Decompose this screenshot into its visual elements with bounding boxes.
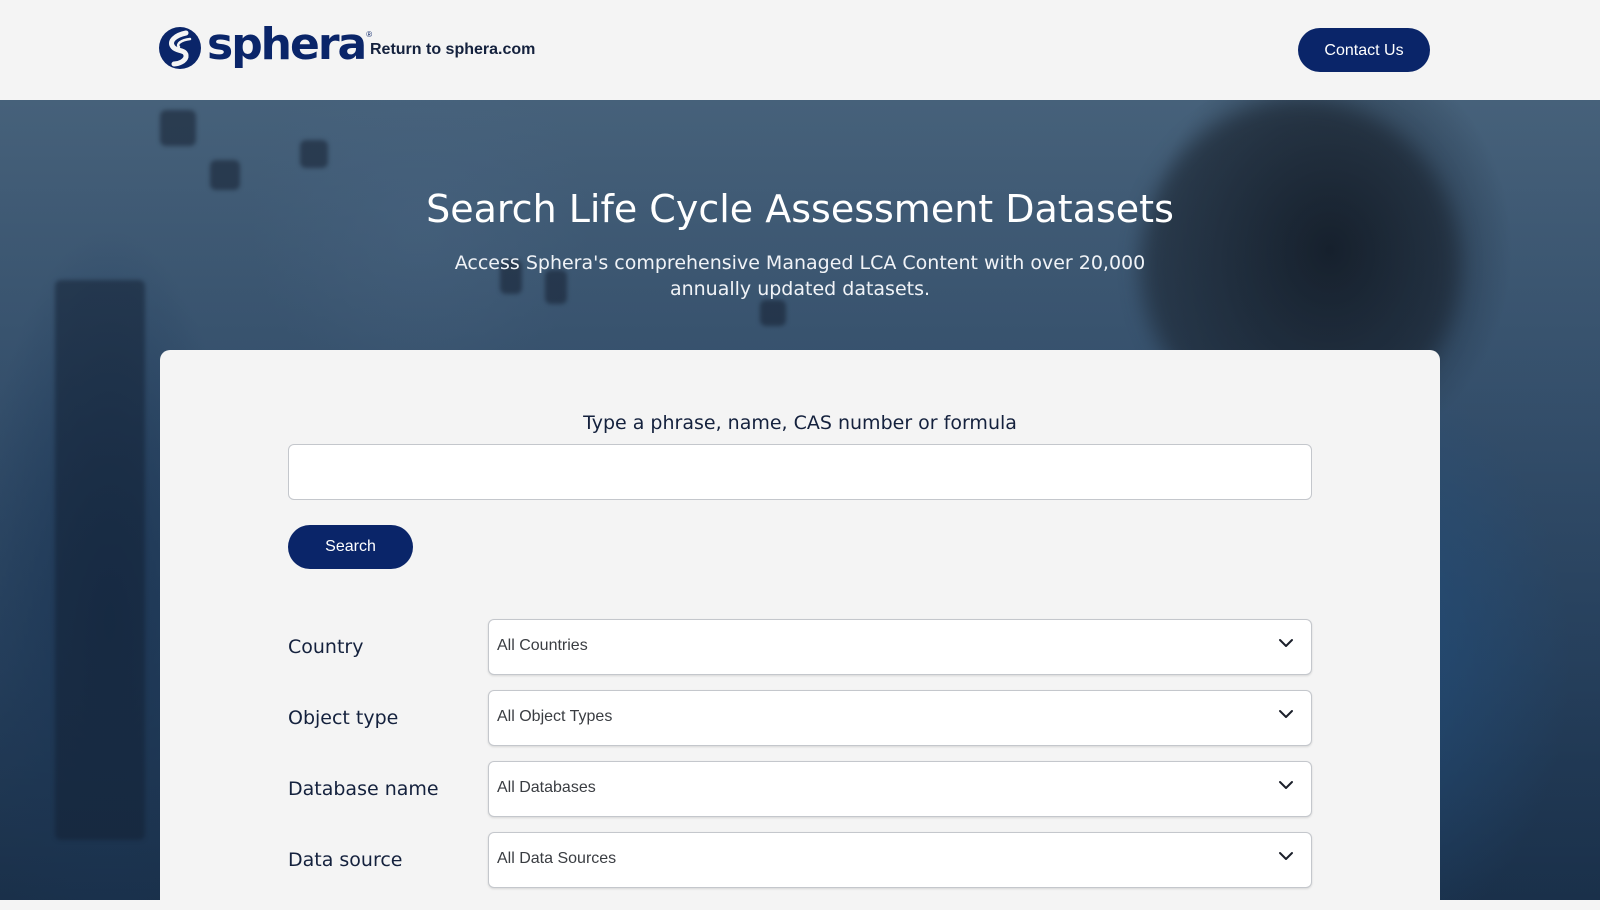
top-header: sphera ® Return to sphera.com Contact Us xyxy=(0,0,1600,100)
logo-wordmark: sphera xyxy=(207,19,367,70)
contact-us-button[interactable]: Contact Us xyxy=(1298,28,1430,72)
search-input[interactable] xyxy=(288,444,1312,500)
data-source-label: Data source xyxy=(288,849,403,871)
filter-row-object-type: Object type All Object Types xyxy=(288,690,1312,746)
object-type-label: Object type xyxy=(288,707,399,729)
sphera-logo[interactable]: sphera ® xyxy=(159,19,373,71)
page-subtitle: Access Sphera's comprehensive Managed LC… xyxy=(454,252,1146,300)
object-type-select[interactable]: All Object Types xyxy=(488,690,1312,746)
country-label: Country xyxy=(288,636,364,658)
search-label: Type a phrase, name, CAS number or formu… xyxy=(583,412,1017,434)
registered-mark: ® xyxy=(366,29,373,39)
chevron-down-icon xyxy=(1279,639,1293,647)
return-to-sphera-link[interactable]: Return to sphera.com xyxy=(370,40,535,60)
data-source-selected-value: All Data Sources xyxy=(497,850,617,867)
search-card: Type a phrase, name, CAS number or formu… xyxy=(160,350,1440,910)
data-source-select[interactable]: All Data Sources xyxy=(488,832,1312,888)
country-selected-value: All Countries xyxy=(497,637,588,654)
country-select[interactable]: All Countries xyxy=(488,619,1312,675)
database-name-selected-value: All Databases xyxy=(497,779,596,796)
chevron-down-icon xyxy=(1279,710,1293,718)
database-name-label: Database name xyxy=(288,778,439,800)
object-type-selected-value: All Object Types xyxy=(497,708,613,725)
chevron-down-icon xyxy=(1279,781,1293,789)
page-title: Search Life Cycle Assessment Datasets xyxy=(426,187,1174,231)
search-button[interactable]: Search xyxy=(288,525,413,569)
database-name-select[interactable]: All Databases xyxy=(488,761,1312,817)
filter-row-data-source: Data source All Data Sources xyxy=(288,832,1312,888)
sphera-logo-icon xyxy=(159,27,201,69)
filter-row-database-name: Database name All Databases xyxy=(288,761,1312,817)
filter-row-country: Country All Countries xyxy=(288,619,1312,675)
chevron-down-icon xyxy=(1279,852,1293,860)
